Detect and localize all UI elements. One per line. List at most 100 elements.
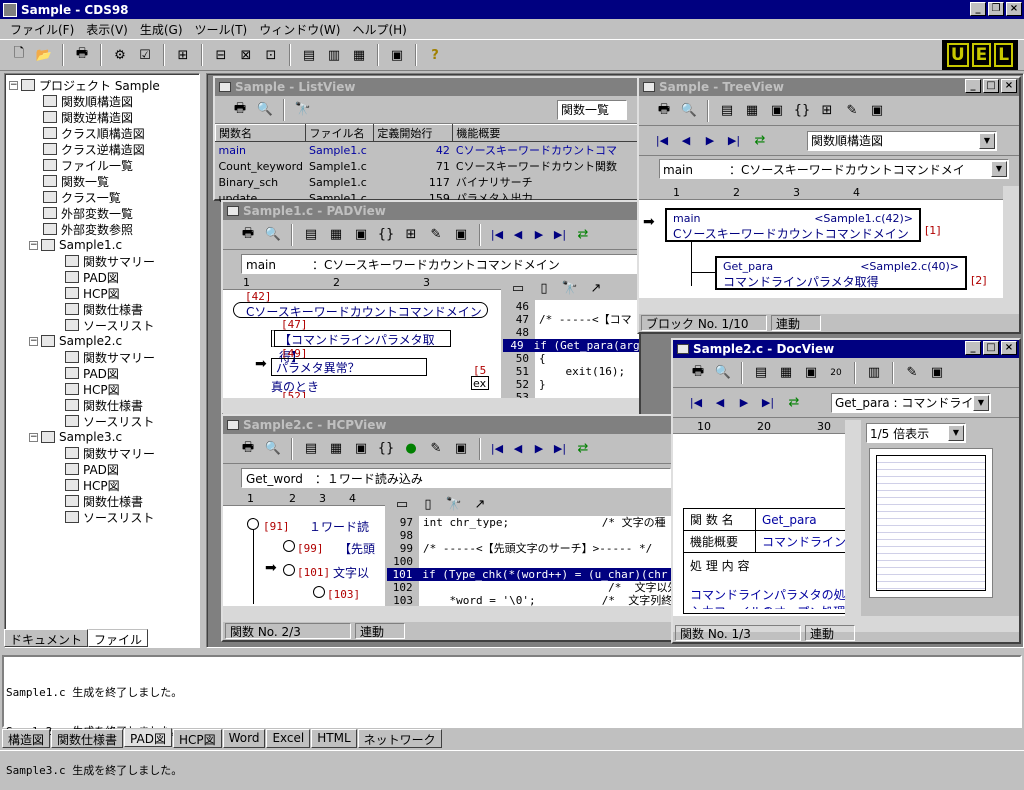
tree-item[interactable]: PAD図 [9,365,199,381]
docview-function-combo[interactable]: Get_para : コマンドライ ▼ [831,392,991,413]
tab-excel[interactable]: Excel [266,729,311,748]
tree-file[interactable]: − Sample2.c [9,333,199,349]
col-header[interactable]: ファイル名 [305,124,375,142]
collapse-icon[interactable]: − [29,432,38,442]
print-icon[interactable]: 🖶 [653,100,675,122]
tree-item[interactable]: 関数サマリー [9,445,199,461]
link-icon[interactable]: ⇄ [783,392,805,414]
properties-icon[interactable]: ▣ [450,224,472,246]
last-icon[interactable]: ▶| [759,396,777,409]
col-header[interactable]: 関数名 [214,124,307,142]
docview-vscroll[interactable] [845,420,861,616]
maximize-button[interactable]: □ [983,341,999,355]
minimize-button[interactable]: _ [970,2,986,16]
col-header[interactable]: 機能概要 [452,124,643,142]
edit-icon[interactable]: ✎ [841,100,863,122]
find-icon[interactable]: 🔭 [559,277,581,299]
tree-item[interactable]: クラス順構造図 [9,125,199,141]
split-h-icon[interactable]: ▭ [507,277,529,299]
tree-item[interactable]: 関数仕様書 [9,493,199,509]
last-icon[interactable]: ▶| [551,228,569,241]
tree-file[interactable]: − Sample1.c [9,237,199,253]
link-icon[interactable]: ⇄ [572,438,594,460]
tree-item[interactable]: 関数仕様書 [9,301,199,317]
doc-icon[interactable]: ▦ [348,44,370,66]
close-button[interactable]: × [1006,2,1022,16]
find-icon[interactable]: 🔭 [292,99,314,121]
menu-window[interactable]: ウィンドウ(W) [253,21,346,38]
tree-icon[interactable]: ⊞ [816,100,838,122]
view3-icon[interactable]: ▣ [350,224,372,246]
tree-file[interactable]: − Sample3.c [9,429,199,445]
properties-icon[interactable]: ▣ [386,44,408,66]
view2-icon[interactable]: ▦ [325,224,347,246]
nest-icon[interactable]: {} [791,100,813,122]
tree-item[interactable]: 関数サマリー [9,349,199,365]
tab-html[interactable]: HTML [311,729,357,748]
properties-icon[interactable]: ▣ [926,362,948,384]
menu-file[interactable]: ファイル(F) [4,21,80,38]
prev-icon[interactable]: ◀ [509,228,527,241]
next-icon[interactable]: ▶ [530,228,548,241]
minimize-button[interactable]: _ [965,79,981,93]
table-row[interactable]: Binary_sch Sample1.c 117 バイナリサーチ [216,174,643,190]
link-icon[interactable]: ⇄ [749,130,771,152]
tab-hcp[interactable]: HCP図 [172,729,222,748]
tree-item[interactable]: クラス一覧 [9,189,199,205]
tab-word[interactable]: Word [222,729,266,748]
tree-item[interactable]: ソースリスト [9,509,199,525]
print-icon[interactable]: 🖶 [229,99,251,121]
hcpview-hscroll[interactable] [223,606,675,622]
structure-forward-icon[interactable]: ⊟ [210,44,232,66]
listview-combo[interactable]: 関数一覧 [557,99,627,120]
tree-item[interactable]: HCP図 [9,381,199,397]
prev-icon[interactable]: ◀ [677,134,695,147]
padview-titlebar[interactable]: Sample1.c - PADView [223,202,639,220]
preview-icon[interactable]: 🔍 [712,362,734,384]
help-icon[interactable]: ? [424,44,446,66]
tree-item[interactable]: HCP図 [9,477,199,493]
view3-icon[interactable]: ▣ [766,100,788,122]
maximize-button[interactable]: □ [983,79,999,93]
preview-icon[interactable]: 🔍 [678,100,700,122]
link-icon[interactable]: ⇄ [572,224,594,246]
view2-icon[interactable]: ▦ [325,438,347,460]
view3-icon[interactable]: ▣ [800,362,822,384]
class-structure-icon[interactable]: ⊡ [260,44,282,66]
tree-item[interactable]: PAD図 [9,461,199,477]
tab-file[interactable]: ファイル [88,629,149,647]
listview-titlebar[interactable]: Sample - ListView [215,78,643,96]
tree-node-main[interactable]: main <Sample1.c(42)> Cソースキーワードカウントコマンドメイン [665,208,921,242]
view1-icon[interactable]: ▤ [750,362,772,384]
tab-pad[interactable]: PAD図 [124,728,172,747]
prev-icon[interactable]: ◀ [509,442,527,455]
treeview-vscroll[interactable] [1003,186,1019,298]
col-header[interactable]: 定義開始行 [373,124,454,142]
node-icon[interactable]: ● [400,438,422,460]
check-icon[interactable]: ☑ [134,44,156,66]
table-row[interactable]: Count_keyword Sample1.c 71 Cソースキーワードカウント関数 [216,158,643,174]
padview-hscroll[interactable] [223,398,639,414]
next-icon[interactable]: ▶ [701,134,719,147]
edit-icon[interactable]: ✎ [901,362,923,384]
close-button[interactable]: × [1001,341,1017,355]
tree-item[interactable]: 外部変数参照 [9,221,199,237]
hcpview-titlebar[interactable]: Sample2.c - HCPView [223,416,675,434]
edit-icon[interactable]: ✎ [425,224,447,246]
tree-item[interactable]: ソースリスト [9,413,199,429]
pad-box-condition[interactable]: パラメタ異常？ [271,358,427,376]
structure-reverse-icon[interactable]: ⊠ [235,44,257,66]
last-icon[interactable]: ▶| [725,134,743,147]
print-icon[interactable]: 🖶 [237,224,259,246]
properties-icon[interactable]: ▣ [866,100,888,122]
menu-tools[interactable]: ツール(T) [189,21,254,38]
collapse-icon[interactable]: − [9,80,18,90]
collapse-icon[interactable]: − [29,336,38,346]
preview-icon[interactable]: 🔍 [254,99,276,121]
zoom-combo[interactable]: 1/5 倍表示 ▼ [866,423,966,443]
print-icon[interactable]: 🖶 [687,362,709,384]
open-folder-icon[interactable]: 📂 [33,44,55,66]
prev-icon[interactable]: ◀ [711,396,729,409]
tree-item[interactable]: 関数サマリー [9,253,199,269]
tab-network[interactable]: ネットワーク [357,729,442,748]
